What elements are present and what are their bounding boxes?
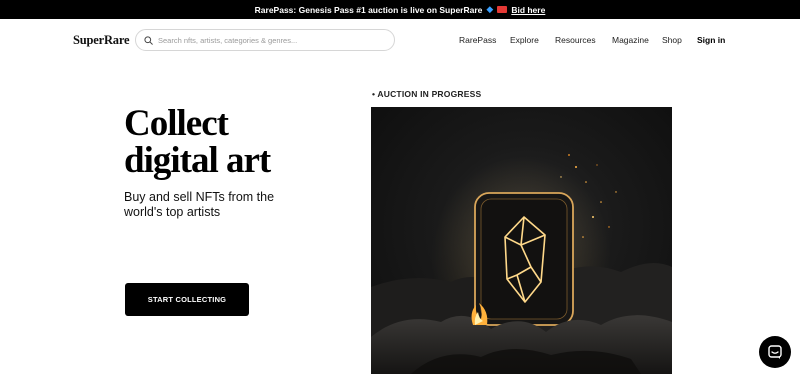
hero-title-line1: Collect [124, 103, 229, 144]
nav-rarepass[interactable]: RarePass [459, 35, 496, 45]
hero-title-line2: digital art [124, 140, 271, 181]
hero-subtitle: Buy and sell NFTs from the world's top a… [124, 190, 275, 219]
ticket-icon [497, 6, 508, 13]
search-icon [144, 35, 153, 45]
nav-explore[interactable]: Explore [510, 35, 539, 45]
site-header: SuperRare RarePass Explore Resources Mag… [0, 19, 800, 61]
search-input[interactable] [158, 35, 388, 45]
nav-shop[interactable]: Shop [662, 35, 682, 45]
chat-icon [768, 345, 782, 359]
announcement-text: RarePass: Genesis Pass #1 auction is liv… [254, 4, 483, 15]
superrare-logo[interactable]: SuperRare [73, 33, 130, 48]
featured-artwork[interactable] [371, 107, 672, 374]
sign-in-link[interactable]: Sign in [697, 35, 725, 45]
hero-title: Collect digital art [124, 105, 324, 179]
chat-button[interactable] [759, 336, 791, 368]
gem-icon: ◆ [486, 4, 494, 14]
start-collecting-button[interactable]: START COLLECTING [125, 283, 249, 316]
bid-here-link[interactable]: Bid here [511, 5, 545, 15]
artwork-image [371, 154, 672, 374]
search-bar[interactable] [135, 29, 395, 51]
announcement-bar: RarePass: Genesis Pass #1 auction is liv… [0, 0, 800, 19]
auction-status-label: • AUCTION IN PROGRESS [372, 89, 482, 99]
nav-resources[interactable]: Resources [555, 35, 596, 45]
nav-magazine[interactable]: Magazine [612, 35, 649, 45]
